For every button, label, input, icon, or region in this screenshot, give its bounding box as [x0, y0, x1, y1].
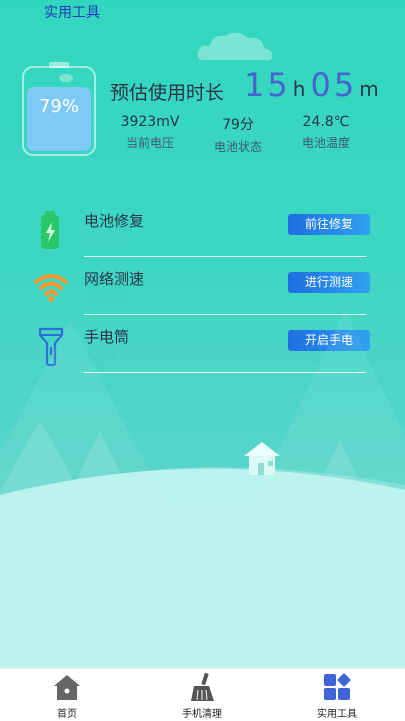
estimated-hours: 15: [244, 66, 291, 104]
house-icon: [244, 442, 280, 475]
nav-item-phone-clean[interactable]: 手机清理: [157, 672, 247, 720]
repair-button[interactable]: 前往修复: [288, 214, 370, 235]
nav-label: 手机清理: [182, 709, 222, 720]
nav-label: 首页: [57, 709, 77, 720]
tools-grid-icon: [324, 673, 351, 700]
stat-label: 电池温度: [301, 136, 350, 150]
tool-desc: 电池修复: [84, 234, 128, 247]
hours-unit: h: [292, 77, 306, 101]
nav-item-home[interactable]: 首页: [22, 672, 112, 720]
stat-value: 3923mV: [120, 114, 180, 130]
nav-item-tools[interactable]: 实用工具: [292, 672, 382, 720]
bottom-navigation: 首页 手机清理 实用工具: [0, 668, 405, 721]
page-title: 实用工具: [44, 5, 100, 21]
stat-voltage: 3923mV 当前电压: [100, 114, 200, 151]
cloud-decoration: [197, 32, 273, 61]
estimated-minutes: 05: [310, 66, 358, 104]
estimate-label: 预估使用时长: [110, 82, 225, 104]
stat-label: 电池状态: [213, 140, 262, 154]
stat-battery-health: 79分 电池状态: [188, 114, 288, 155]
home-icon: [54, 675, 80, 700]
stat-temperature: 24.8℃ 电池温度: [276, 114, 376, 151]
stat-value: 79分: [222, 117, 254, 133]
landscape-illustration: [0, 310, 405, 668]
broom-icon: [191, 672, 214, 701]
stat-value: 24.8℃: [302, 114, 350, 130]
nav-label: 实用工具: [317, 709, 357, 720]
tools-screen: 实用工具 79% 预估使用时长 15 h 05 m 3923mV 当前电压 79分 …: [0, 0, 405, 668]
tool-name: 电池修复: [84, 212, 145, 230]
battery-repair-icon: [41, 211, 59, 249]
battery-percent: 79%: [38, 96, 79, 117]
tool-battery-repair: 电池修复 电池修复 前往修复: [34, 210, 370, 268]
estimated-time: 15 h 05 m: [244, 66, 379, 104]
minutes-unit: m: [359, 77, 379, 101]
stat-label: 当前电压: [125, 136, 174, 150]
divider: [84, 256, 366, 257]
